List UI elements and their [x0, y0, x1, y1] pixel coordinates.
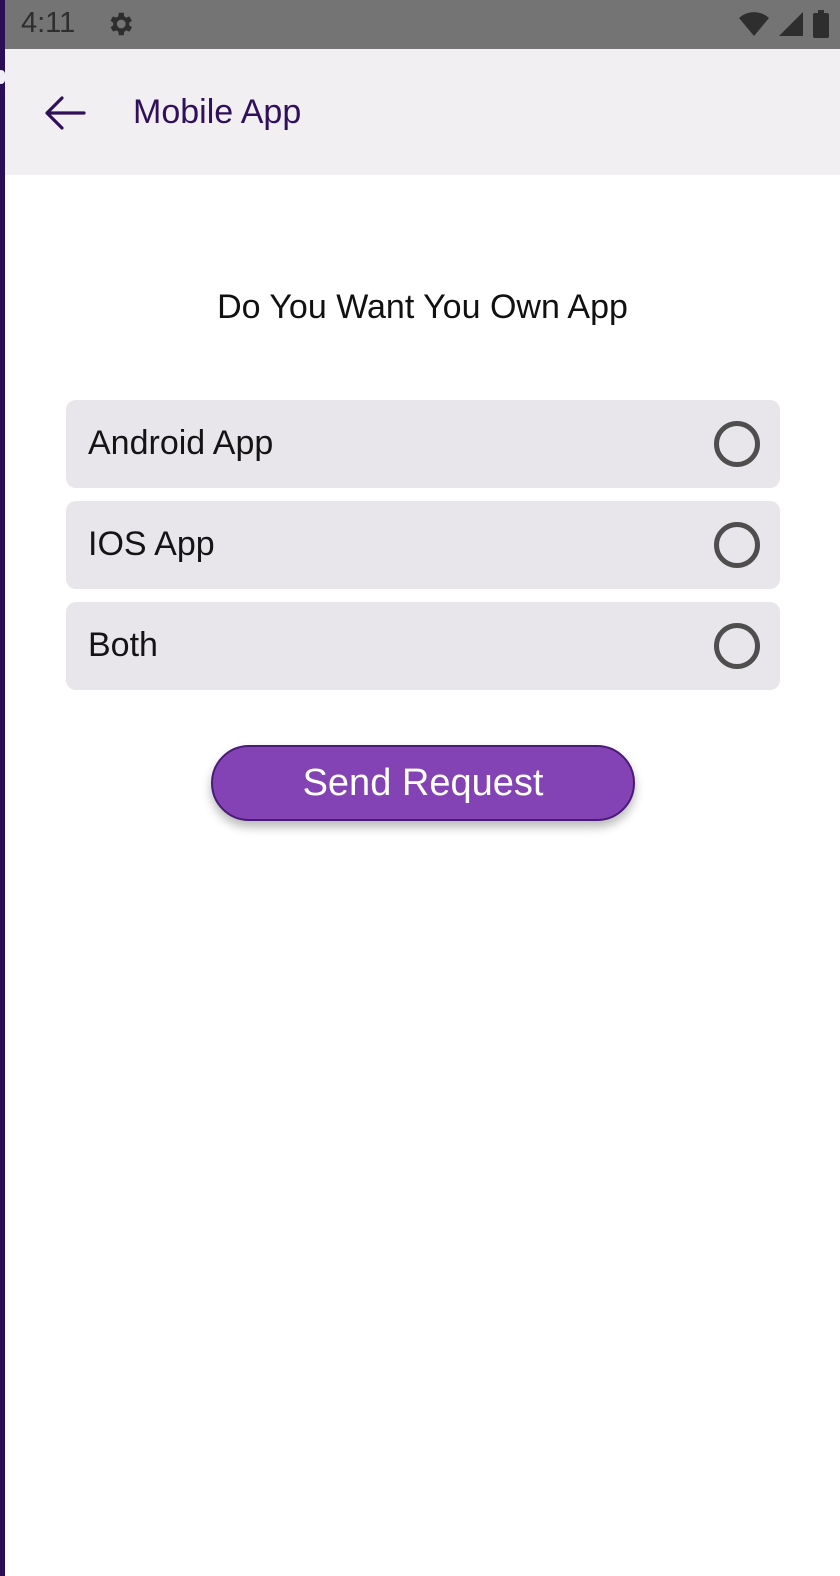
- page-title: Mobile App: [133, 93, 302, 131]
- option-label: IOS App: [88, 525, 215, 563]
- radio-button[interactable]: [714, 421, 760, 467]
- screen: 4:11 Mobile App Do You Want You Own App: [5, 0, 840, 1576]
- option-android-app[interactable]: Android App: [66, 400, 780, 488]
- back-button[interactable]: [35, 83, 95, 143]
- status-icons: [738, 10, 830, 38]
- arrow-left-icon: [45, 96, 86, 130]
- send-request-button[interactable]: Send Request: [211, 745, 635, 821]
- gear-icon: [110, 12, 132, 36]
- app-bar: Mobile App: [5, 49, 840, 175]
- option-both[interactable]: Both: [66, 602, 780, 690]
- cell-signal-icon: [779, 12, 803, 36]
- wifi-icon: [739, 12, 769, 36]
- option-label: Both: [88, 626, 158, 664]
- radio-button[interactable]: [714, 522, 760, 568]
- battery-icon: [813, 10, 829, 38]
- option-label: Android App: [88, 424, 274, 462]
- question-heading: Do You Want You Own App: [217, 288, 628, 326]
- status-time: 4:11: [21, 7, 76, 39]
- radio-button[interactable]: [714, 623, 760, 669]
- option-ios-app[interactable]: IOS App: [66, 501, 780, 589]
- status-bar: 4:11: [5, 0, 840, 49]
